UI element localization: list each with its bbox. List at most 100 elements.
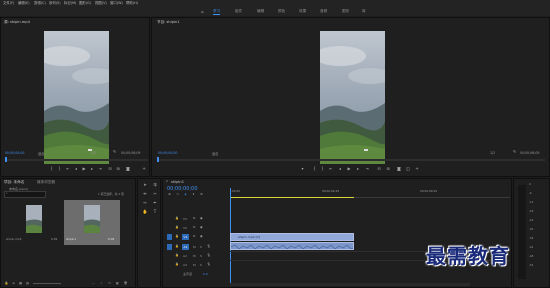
workspace-libraries[interactable]: 库 xyxy=(362,7,366,16)
project-tab[interactable]: 项目: 未命名 xyxy=(4,180,24,185)
source-patch-v1[interactable] xyxy=(167,234,172,240)
step-forward-icon[interactable]: ▸ xyxy=(89,166,95,171)
solo-button[interactable]: S xyxy=(200,254,202,258)
source-scrub-bar[interactable] xyxy=(5,159,148,161)
menu-clip[interactable]: 剪辑(C) xyxy=(34,0,46,7)
lock-icon[interactable]: 🔒 xyxy=(175,262,179,267)
media-browser-tab[interactable]: 媒体浏览器 xyxy=(37,180,55,185)
workspace-audio[interactable]: 音频 xyxy=(320,7,327,16)
menu-window[interactable]: 窗口(W) xyxy=(110,0,123,7)
add-marker-icon[interactable]: ▾ xyxy=(191,192,196,197)
settings-icon[interactable]: ⚙ xyxy=(199,192,204,197)
comparison-view-icon[interactable]: ◫ xyxy=(405,166,411,171)
workspace-color[interactable]: 颜色 xyxy=(278,7,285,16)
find-icon[interactable]: ⌕ xyxy=(99,281,104,286)
menu-edit[interactable]: 编辑(E) xyxy=(18,0,30,7)
menu-help[interactable]: 帮助(H) xyxy=(126,0,138,7)
sync-lock-icon[interactable]: ⇆ xyxy=(193,234,196,239)
mute-button[interactable]: M xyxy=(193,245,196,249)
eye-icon[interactable]: ◉ xyxy=(200,225,203,230)
list-view-icon[interactable]: ≡ xyxy=(11,281,16,286)
eye-icon[interactable]: ◉ xyxy=(200,216,203,221)
mute-button[interactable]: M xyxy=(193,254,196,258)
lock-icon[interactable]: 🔒 xyxy=(175,253,179,258)
freeform-view-icon[interactable]: ▧ xyxy=(25,281,30,286)
lock-icon[interactable]: 🔒 xyxy=(175,216,179,221)
go-to-out-icon[interactable]: ⇥ xyxy=(97,166,103,171)
master-volume[interactable]: 0.0 xyxy=(203,272,208,276)
workspace-assembly[interactable]: 组件 xyxy=(235,7,242,16)
solo-button[interactable]: S xyxy=(200,263,202,267)
source-resolution-select[interactable]: 1/2 xyxy=(91,151,96,155)
overwrite-icon[interactable]: ⊞ xyxy=(115,166,121,171)
add-button-icon[interactable]: + xyxy=(414,166,420,171)
go-to-in-icon[interactable]: ⇤ xyxy=(65,166,71,171)
step-forward-icon[interactable]: ▸ xyxy=(355,166,361,171)
play-icon[interactable]: ▶ xyxy=(81,166,87,171)
program-scrub-bar[interactable] xyxy=(157,159,545,161)
sequence-tab[interactable]: shipin1 xyxy=(171,180,184,184)
solo-button[interactable]: S xyxy=(200,245,202,249)
go-to-out-icon[interactable]: ⇥ xyxy=(364,166,370,171)
menu-file[interactable]: 文件(F) xyxy=(3,0,14,7)
project-item-selected[interactable]: shipin1 6;09 xyxy=(64,200,120,245)
workspace-graphics[interactable]: 图形 xyxy=(342,7,349,16)
slip-tool-icon[interactable]: ↔ xyxy=(142,200,148,205)
selection-tool-icon[interactable]: ➤ xyxy=(142,182,148,187)
track-select-icon[interactable]: ⇶ xyxy=(152,182,158,187)
play-icon[interactable]: ▶ xyxy=(346,166,352,171)
project-search-input[interactable]: ⌕ xyxy=(4,191,46,198)
sync-lock-icon[interactable]: ⇆ xyxy=(193,225,196,230)
lock-icon[interactable]: 🔒 xyxy=(175,225,179,230)
lift-icon[interactable]: ⊟ xyxy=(376,166,382,171)
mark-in-icon[interactable]: { xyxy=(49,166,54,171)
menu-view[interactable]: 视图(V) xyxy=(95,0,107,7)
automate-icon[interactable]: ⋯ xyxy=(91,281,96,286)
new-bin-icon[interactable]: ▭ xyxy=(107,281,112,286)
lock-icon[interactable]: 🔒 xyxy=(4,281,9,286)
clear-icon[interactable]: 🗑 xyxy=(123,281,128,286)
ripple-edit-icon[interactable]: ⇹ xyxy=(142,191,148,196)
step-back-icon[interactable]: ◂ xyxy=(337,166,343,171)
razor-tool-icon[interactable]: ✂ xyxy=(152,191,158,196)
source-fit-select[interactable]: 适合 xyxy=(38,151,44,156)
wrench-icon[interactable]: ✎ xyxy=(512,149,517,154)
track-label[interactable]: A1 xyxy=(182,244,189,250)
wrench-icon[interactable]: ✎ xyxy=(112,149,117,154)
mute-button[interactable]: M xyxy=(193,263,196,267)
icon-view-icon[interactable]: ▦ xyxy=(18,281,23,286)
go-to-in-icon[interactable]: ⇤ xyxy=(328,166,334,171)
program-fit-select[interactable]: 适合 xyxy=(212,151,218,156)
program-playhead[interactable] xyxy=(157,157,159,162)
pen-tool-icon[interactable]: ✒ xyxy=(152,200,158,205)
marker-icon[interactable]: ▾ xyxy=(300,166,305,171)
zoom-slider[interactable] xyxy=(33,283,61,284)
home-icon[interactable]: ⌂ xyxy=(200,9,205,14)
lock-icon[interactable]: 🔒 xyxy=(175,244,179,249)
insert-icon[interactable]: ⊟ xyxy=(107,166,113,171)
sync-lock-icon[interactable]: ⇆ xyxy=(193,216,196,221)
microphone-icon[interactable]: 🎙 xyxy=(207,262,211,267)
work-area-bar[interactable] xyxy=(230,197,354,198)
workspace-effects[interactable]: 效果 xyxy=(299,7,306,16)
video-clip[interactable]: shipin.mp4 [V] xyxy=(230,233,354,241)
export-frame-icon[interactable]: ◙ xyxy=(396,166,402,171)
workspace-editing[interactable]: 编辑 xyxy=(257,7,264,16)
menu-marker[interactable]: 标记(M) xyxy=(64,0,76,7)
type-tool-icon[interactable]: T xyxy=(152,209,158,214)
source-patch-a1[interactable] xyxy=(167,244,172,250)
close-icon[interactable]: × xyxy=(165,179,169,184)
snap-icon[interactable]: ∩ xyxy=(175,192,180,197)
audio-clip[interactable] xyxy=(230,242,354,250)
workspace-learn[interactable]: 学习 xyxy=(213,7,221,16)
project-item[interactable]: shipin.mp4 6;09 xyxy=(4,201,62,244)
hand-tool-icon[interactable]: ✋ xyxy=(142,209,148,214)
track-label[interactable]: V1 xyxy=(182,234,189,240)
mark-out-icon[interactable]: } xyxy=(57,166,62,171)
menu-sequence[interactable]: 序列(S) xyxy=(49,0,61,7)
source-playhead[interactable] xyxy=(5,157,7,162)
extract-icon[interactable]: ⊞ xyxy=(385,166,391,171)
microphone-icon[interactable]: 🎙 xyxy=(207,244,211,249)
export-frame-icon[interactable]: ◙ xyxy=(125,166,131,171)
linked-selection-icon[interactable]: ◈ xyxy=(183,192,188,197)
